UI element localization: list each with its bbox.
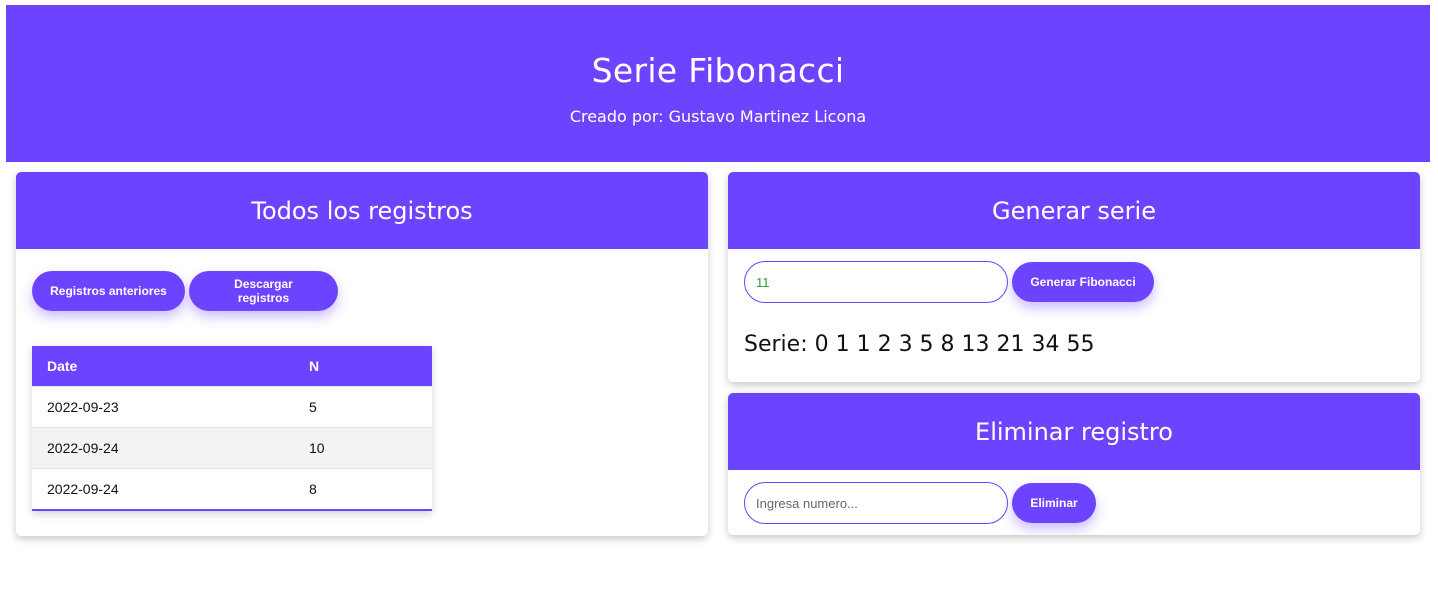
table-row: 2022-09-24 10 <box>32 427 432 468</box>
cell-n: 10 <box>309 440 325 456</box>
table-row: 2022-09-23 5 <box>32 386 432 427</box>
page-title: Serie Fibonacci <box>591 51 845 90</box>
column-header-n[interactable]: N <box>309 358 432 374</box>
previous-records-button[interactable]: Registros anteriores <box>32 271 185 311</box>
delete-card-title: Eliminar registro <box>728 393 1420 470</box>
page-header: Serie Fibonacci Creado por: Gustavo Mart… <box>6 5 1430 162</box>
fibonacci-number-input[interactable] <box>744 261 1008 303</box>
cell-n: 5 <box>309 399 317 415</box>
serie-values: 0 1 1 2 3 5 8 13 21 34 55 <box>814 332 1095 357</box>
cell-date: 2022-09-24 <box>47 481 119 497</box>
records-card: Todos los registros Registros anteriores… <box>16 172 708 536</box>
delete-button[interactable]: Eliminar <box>1012 483 1096 523</box>
delete-number-input[interactable] <box>744 482 1008 524</box>
serie-label: Serie: <box>744 332 808 357</box>
cell-date: 2022-09-23 <box>47 399 119 415</box>
cell-n: 8 <box>309 481 317 497</box>
generate-card-title: Generar serie <box>728 172 1420 249</box>
records-card-title: Todos los registros <box>16 172 708 249</box>
records-table: Date N 2022-09-23 5 2022-09-24 10 2022-0… <box>32 346 432 511</box>
cell-date: 2022-09-24 <box>47 440 119 456</box>
table-row: 2022-09-24 8 <box>32 468 432 509</box>
serie-output: Serie: 0 1 1 2 3 5 8 13 21 34 55 <box>744 332 1095 357</box>
page-subtitle: Creado por: Gustavo Martinez Licona <box>569 107 867 126</box>
generate-fibonacci-button[interactable]: Generar Fibonacci <box>1012 262 1154 302</box>
download-records-button[interactable]: Descargar registros <box>189 271 338 311</box>
table-header: Date N <box>32 346 432 386</box>
column-header-date[interactable]: Date <box>32 358 309 374</box>
delete-card: Eliminar registro Eliminar <box>728 393 1420 535</box>
generate-card: Generar serie Generar Fibonacci Serie: 0… <box>728 172 1420 382</box>
